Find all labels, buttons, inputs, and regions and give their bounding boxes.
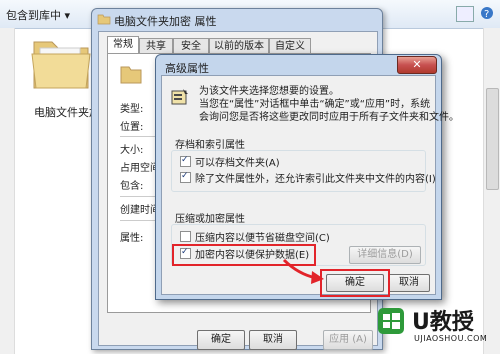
tab-sharing[interactable]: 共享: [139, 38, 173, 54]
advanced-cancel-button[interactable]: 取消: [388, 274, 430, 292]
windows-logo-icon: [378, 308, 404, 334]
attributes-label: 属性:: [120, 233, 144, 244]
divider: [120, 196, 160, 197]
archive-group-title: 存档和索引属性: [175, 140, 245, 151]
cancel-button[interactable]: 取消: [249, 330, 297, 350]
checkbox-checked[interactable]: [180, 154, 191, 167]
tab-security[interactable]: 安全: [173, 38, 209, 54]
compress-checkbox[interactable]: 压缩内容以便节省磁盘空间(C): [180, 231, 330, 244]
created-label: 创建时间: [120, 205, 160, 216]
view-options-icon[interactable]: [456, 6, 474, 22]
size-on-disk-label: 占用空间: [120, 163, 160, 174]
folder-settings-icon: [171, 89, 188, 105]
description-line: 为该文件夹选择您想要的设置。: [199, 86, 339, 97]
advanced-dialog-description: 为该文件夹选择您想要的设置。 当您在“属性”对话框中单击“确定”或“应用”时，系…: [199, 85, 459, 124]
arrow-icon: [282, 258, 324, 284]
advanced-dialog-body: 为该文件夹选择您想要的设置。 当您在“属性”对话框中单击“确定”或“应用”时，系…: [161, 75, 459, 297]
compress-group-title: 压缩或加密属性: [175, 214, 245, 225]
checkbox-label: 压缩内容以便节省磁盘空间(C): [195, 233, 330, 244]
advanced-attributes-dialog: 高级属性 ✕ 为该文件夹选择您想要的设置。 当您在“属性”对话框中单击“确定”或…: [155, 54, 459, 300]
ok-button[interactable]: 确定: [197, 330, 245, 350]
watermark-brand: U教授: [412, 310, 474, 335]
watermark: U教授 UJIAOSHOU.COM: [376, 304, 494, 350]
checkbox-unchecked[interactable]: [180, 231, 191, 242]
close-button[interactable]: ✕: [397, 56, 437, 74]
description-line: 当您在“属性”对话框中单击“确定”或“应用”时，系统: [199, 99, 431, 110]
details-button[interactable]: 详细信息(D): [349, 246, 421, 264]
watermark-url: UJIAOSHOU.COM: [414, 334, 488, 343]
type-label: 类型:: [120, 104, 144, 115]
ok-highlight-box: [320, 269, 390, 297]
nav-pane-scrollbar[interactable]: [0, 28, 15, 354]
advanced-dialog-title: 高级属性: [165, 62, 209, 75]
properties-dialog-title: 电脑文件夹加密 属性: [114, 15, 217, 28]
index-checkbox[interactable]: 除了文件属性外，还允许索引此文件夹中文件的内容(I): [180, 170, 436, 185]
divider: [120, 136, 160, 137]
contains-label: 包含:: [120, 181, 144, 192]
include-in-library-button[interactable]: 包含到库中 ▾: [6, 7, 70, 23]
tab-customize[interactable]: 自定义: [269, 38, 311, 54]
description-line: 会询问您是否将这些更改同时应用于所有子文件夹和文件。: [199, 112, 459, 123]
size-label: 大小:: [120, 145, 144, 156]
checkbox-label: 可以存档文件夹(A): [195, 158, 280, 169]
divider: [120, 220, 160, 221]
location-label: 位置:: [120, 122, 144, 133]
folder-icon[interactable]: [30, 34, 92, 92]
checkbox-label: 除了文件属性外，还允许索引此文件夹中文件的内容(I): [195, 174, 436, 185]
checkbox-checked[interactable]: [180, 170, 191, 183]
svg-text:?: ?: [484, 9, 489, 20]
folder-icon: [120, 66, 142, 84]
archive-checkbox[interactable]: 可以存档文件夹(A): [180, 154, 280, 169]
help-icon[interactable]: ?: [480, 6, 494, 20]
folder-icon: [97, 14, 111, 25]
scrollbar-thumb[interactable]: [486, 88, 499, 190]
tab-previous-versions[interactable]: 以前的版本: [209, 38, 269, 54]
apply-button[interactable]: 应用 (A): [323, 330, 373, 350]
